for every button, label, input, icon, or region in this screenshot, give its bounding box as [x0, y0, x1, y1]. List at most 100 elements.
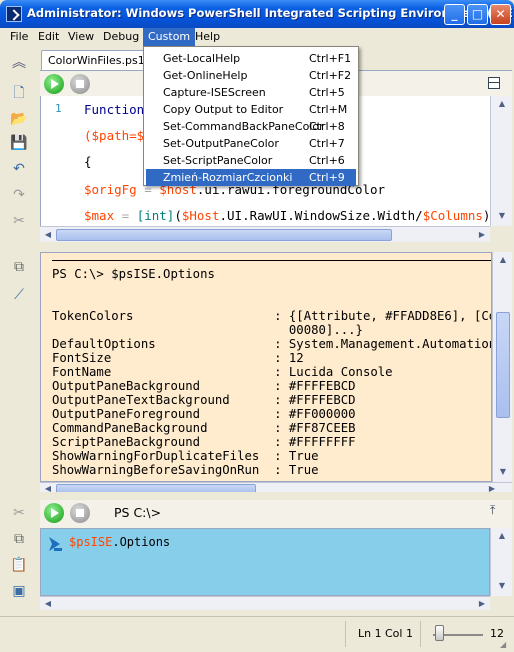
- line-gutter: 1: [41, 96, 75, 226]
- menu-item-shortcut: Ctrl+9: [309, 171, 345, 184]
- code-token: (: [174, 208, 182, 223]
- undo-icon[interactable]: ↶: [10, 160, 28, 178]
- stop-script-button[interactable]: [70, 74, 90, 94]
- layout-toggle-icon[interactable]: [488, 77, 500, 89]
- cut-icon[interactable]: ✂: [10, 504, 28, 522]
- scroll-up-arrow-icon[interactable]: ▲: [496, 98, 508, 110]
- code-token: $max: [84, 208, 115, 223]
- status-column: Col 1: [385, 627, 413, 640]
- copy-icon[interactable]: ⧉: [10, 530, 28, 548]
- stop-command-button[interactable]: [70, 503, 90, 523]
- minimize-button[interactable]: _: [444, 4, 465, 25]
- clear-output-icon[interactable]: ⟋: [10, 286, 28, 304]
- menu-item-label: Set-OutputPaneColor: [163, 137, 279, 150]
- custom-menu-item[interactable]: Copy Output to Editor Ctrl+M: [146, 101, 356, 118]
- close-button[interactable]: ✕: [490, 4, 511, 25]
- command-input-pane[interactable]: $psISE.Options: [40, 528, 490, 596]
- run-command-button[interactable]: [44, 503, 64, 523]
- command-vertical-scrollbar[interactable]: ▲ ▼: [490, 528, 512, 596]
- output-line: OutputPaneBackground : #FFFFEBCD: [52, 379, 356, 393]
- output-vscroll-thumb[interactable]: [496, 312, 510, 418]
- powershell-icon[interactable]: ▣: [10, 582, 28, 600]
- scroll-left-arrow-icon[interactable]: ◀: [42, 229, 54, 241]
- tab-colorwinfiles[interactable]: ColorWinFiles.ps1: [41, 50, 145, 70]
- menu-view[interactable]: View: [63, 28, 99, 46]
- zoom-slider[interactable]: [433, 623, 483, 643]
- open-folder-icon[interactable]: 📂: [10, 110, 28, 128]
- scroll-down-arrow-icon[interactable]: ▼: [496, 580, 508, 592]
- menu-edit[interactable]: Edit: [33, 28, 64, 46]
- maximize-button[interactable]: □: [467, 4, 488, 25]
- script-side-toolbar: ︽ 🗋 📂 💾 ↶ ↷ ✂: [2, 50, 38, 244]
- scroll-down-arrow-icon[interactable]: ▼: [496, 210, 508, 222]
- custom-menu-item[interactable]: Set-ScriptPaneColor Ctrl+6: [146, 152, 356, 169]
- menu-item-shortcut: Ctrl+5: [309, 86, 345, 99]
- output-side-toolbar: ⧉ ⟋: [2, 252, 38, 492]
- code-token: ): [482, 208, 490, 223]
- menu-item-label: Capture-ISEScreen: [163, 86, 266, 99]
- code-token: Function: [84, 102, 145, 117]
- pane-splitter[interactable]: [0, 492, 514, 498]
- scroll-right-arrow-icon[interactable]: ▶: [476, 598, 488, 610]
- redo-icon[interactable]: ↷: [10, 186, 28, 204]
- command-text: $psISE.Options: [69, 535, 170, 549]
- command-horizontal-scrollbar[interactable]: ◀ ▶: [40, 596, 490, 610]
- output-line: OutputPaneForeground : #FF000000: [52, 407, 356, 421]
- output-line: 00080]...}: [52, 323, 363, 337]
- output-pane[interactable]: PS C:\> $psISE.Options TokenColors : {[At…: [40, 252, 492, 482]
- command-toolbar: ⤒: [40, 500, 512, 528]
- new-file-icon[interactable]: 🗋: [10, 84, 28, 102]
- code-token: $origFg: [84, 182, 137, 197]
- code-token: $Host: [181, 208, 220, 223]
- scroll-up-arrow-icon[interactable]: ▲: [497, 254, 509, 266]
- custom-menu-item[interactable]: Set-OutputPaneColor Ctrl+7: [146, 135, 356, 152]
- custom-menu-dropdown: Get-LocalHelp Ctrl+F1 Get-OnlineHelp Ctrl+F…: [143, 46, 359, 186]
- menu-debug[interactable]: Debug: [98, 28, 144, 46]
- custom-menu-item[interactable]: Get-OnlineHelp Ctrl+F2: [146, 67, 356, 84]
- code-token: =: [114, 208, 137, 223]
- scroll-down-arrow-icon[interactable]: ▼: [497, 466, 509, 478]
- menu-item-label: Copy Output to Editor: [163, 103, 284, 116]
- paste-icon[interactable]: 📋: [10, 556, 28, 574]
- custom-menu-item[interactable]: Set-CommandBackPaneColor Ctrl+8: [146, 118, 356, 135]
- collapse-up-icon[interactable]: ︽: [10, 54, 28, 72]
- custom-menu-item[interactable]: Zmień-RozmiarCzcionki Ctrl+9: [146, 169, 356, 186]
- output-vertical-scrollbar[interactable]: ▲ ▼: [492, 252, 512, 482]
- copy-icon[interactable]: ⧉: [10, 258, 28, 276]
- output-line: CommandPaneBackground : #FF87CEEB: [52, 421, 356, 435]
- menu-file[interactable]: File: [5, 28, 33, 46]
- menu-item-label: Get-OnlineHelp: [163, 69, 248, 82]
- zoom-value: 12: [490, 627, 504, 640]
- save-icon[interactable]: 💾: [10, 134, 28, 152]
- status-line: Ln 1: [358, 627, 382, 640]
- cut-icon[interactable]: ✂: [10, 212, 28, 230]
- collapse-pane-icon[interactable]: ⤒: [490, 503, 495, 518]
- code-line: Function: [84, 102, 144, 117]
- menu-item-label: Get-LocalHelp: [163, 52, 241, 65]
- menu-item-label: Set-ScriptPaneColor: [163, 154, 273, 167]
- custom-menu-item[interactable]: Get-LocalHelp Ctrl+F1: [146, 50, 356, 67]
- resize-grip-icon[interactable]: ◢: [500, 640, 510, 650]
- scroll-right-arrow-icon[interactable]: ▶: [476, 229, 488, 241]
- menu-item-shortcut: Ctrl+F2: [309, 69, 352, 82]
- zoom-slider-thumb[interactable]: [435, 625, 444, 641]
- script-horizontal-scrollbar[interactable]: ◀ ▶: [40, 226, 490, 242]
- custom-menu-item[interactable]: Capture-ISEScreen Ctrl+5: [146, 84, 356, 101]
- powershell-prompt-icon: [49, 537, 62, 551]
- output-separator: [52, 260, 491, 261]
- output-line: OutputPaneTextBackground : #FFFFEBCD: [52, 393, 356, 407]
- menu-help[interactable]: Help: [190, 28, 225, 46]
- script-vertical-scrollbar[interactable]: ▲ ▼: [490, 96, 512, 226]
- menu-item-shortcut: Ctrl+F1: [309, 52, 352, 65]
- output-line: FontSize : 12: [52, 351, 304, 365]
- output-line: TokenColors : {[Attribute, #FFADD8E6], […: [52, 309, 492, 323]
- menu-custom[interactable]: Custom: [143, 28, 196, 46]
- menu-item-shortcut: Ctrl+6: [309, 154, 345, 167]
- command-prompt: PS C:\>: [114, 505, 162, 520]
- scroll-left-arrow-icon[interactable]: ◀: [42, 598, 54, 610]
- line-number: 1: [55, 102, 62, 115]
- run-script-button[interactable]: [44, 74, 64, 94]
- scroll-up-arrow-icon[interactable]: ▲: [496, 530, 508, 542]
- code-token: ($path=$: [84, 128, 145, 143]
- script-hscroll-thumb[interactable]: [56, 229, 392, 241]
